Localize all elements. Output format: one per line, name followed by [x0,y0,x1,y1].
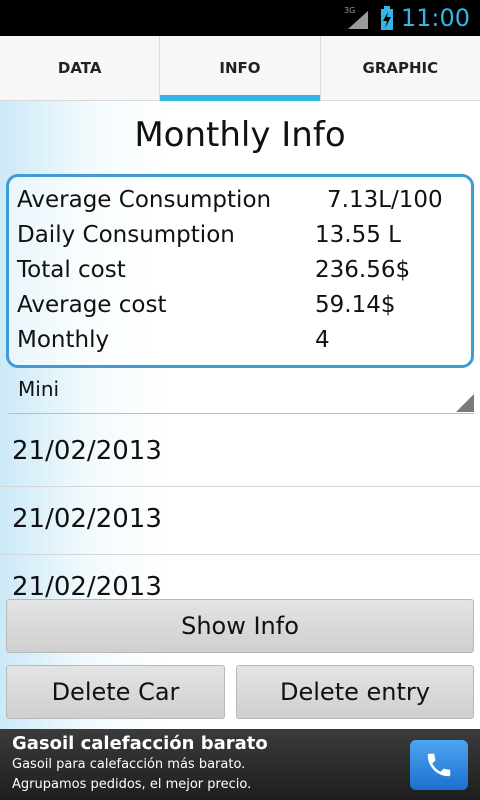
info-value: 236.56$ [315,257,411,283]
list-item[interactable]: 21/02/2013 [0,419,480,487]
battery-icon [380,6,394,34]
info-row-total-cost: Total cost 236.56$ [17,253,467,287]
ad-text-line2: Agrupamos pedidos, el mejor precio. [12,777,252,792]
info-box: Average Consumption 7.13L/100 Daily Cons… [6,174,474,368]
tab-info[interactable]: INFO [159,36,320,101]
show-info-button[interactable]: Show Info [6,599,474,653]
signal-icon: 3G [344,5,368,33]
entry-date: 21/02/2013 [12,436,162,466]
info-label: Average Consumption [17,187,272,213]
info-row-monthly: Monthly 4 [17,323,467,357]
dropdown-arrow-icon [456,394,474,412]
delete-car-button[interactable]: Delete Car [6,665,225,719]
status-bar: 3G 11:00 [0,0,480,36]
info-label: Daily Consumption [17,222,235,248]
call-button[interactable] [410,740,468,790]
info-label: Total cost [17,257,126,283]
svg-text:3G: 3G [344,6,355,15]
entry-date: 21/02/2013 [12,504,162,534]
entry-date: 21/02/2013 [12,572,162,599]
car-spinner[interactable]: Mini [8,373,474,414]
tab-data[interactable]: DATA [0,36,159,100]
info-row-average-consumption: Average Consumption 7.13L/100 [17,183,467,217]
info-value: 4 [315,327,330,353]
info-value: 13.55 L [315,222,401,248]
info-label: Average cost [17,292,167,318]
phone-icon [427,753,451,777]
car-spinner-value: Mini [18,377,60,401]
list-item[interactable]: 21/02/2013 [0,487,480,555]
tab-graphic[interactable]: GRAPHIC [319,36,480,100]
main-content: Monthly Info Average Consumption 7.13L/1… [0,101,480,729]
ad-headline: Gasoil calefacción barato [12,733,268,754]
page-title: Monthly Info [134,115,346,155]
info-row-average-cost: Average cost 59.14$ [17,288,467,322]
status-time: 11:00 [400,4,470,32]
entry-list[interactable]: 21/02/2013 21/02/2013 21/02/2013 [0,419,480,599]
info-label: Monthly [17,327,110,353]
delete-entry-button[interactable]: Delete entry [236,665,474,719]
info-value: 7.13L/100 [327,187,443,213]
ad-text-line1: Gasoil para calefacción más barato. [12,757,246,772]
info-value: 59.14$ [315,292,396,318]
info-row-daily-consumption: Daily Consumption 13.55 L [17,218,467,252]
ad-banner[interactable]: Gasoil calefacción barato Gasoil para ca… [0,729,480,800]
tab-bar: DATA INFO GRAPHIC [0,36,480,101]
list-item[interactable]: 21/02/2013 [0,555,480,599]
